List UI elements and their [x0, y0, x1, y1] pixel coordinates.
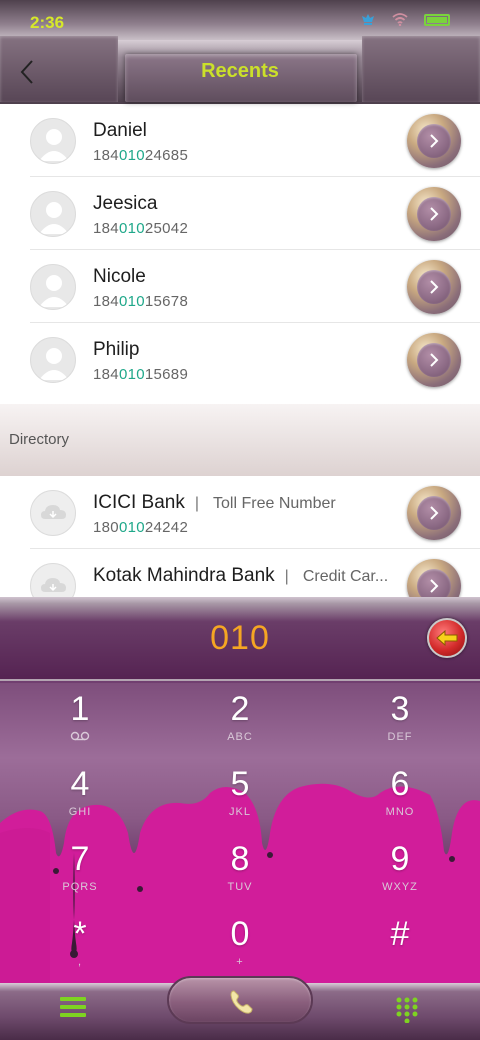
dialpad-icon[interactable]	[395, 997, 419, 1023]
chevron-right-icon	[430, 134, 439, 148]
contact-name: Kotak Mahindra Bank | Credit Car...	[93, 565, 389, 586]
avatar	[30, 191, 76, 237]
dialed-number: 010	[210, 619, 270, 657]
recent-row[interactable]: Philip 18401015689	[0, 323, 480, 396]
wifi-icon	[392, 13, 408, 26]
contact-tag: Toll Free Number	[213, 495, 336, 512]
key-0[interactable]: 0 +	[160, 908, 320, 983]
section-label: Directory	[9, 431, 70, 448]
person-icon	[39, 202, 69, 234]
key-3[interactable]: 3 DEF	[320, 683, 480, 758]
avatar	[30, 118, 76, 164]
contact-number: 18001024242	[93, 519, 189, 536]
person-icon	[39, 348, 69, 380]
details-button[interactable]	[407, 187, 461, 241]
recent-row[interactable]: Nicole 18401015678	[0, 250, 480, 323]
voicemail-icon	[70, 731, 90, 741]
number-display: 010	[0, 597, 480, 681]
contact-name: Jeesica	[93, 193, 158, 214]
recents-list: Daniel 18401024685 Jeesica 18401025042 N…	[0, 104, 480, 396]
app-header: 2:36 Recents	[0, 0, 480, 104]
cloud-icon	[41, 505, 66, 519]
chevron-right-icon	[430, 506, 439, 520]
phone-screen: 2:36 Recents Daniel 18401024685 Jeesica …	[0, 0, 480, 1040]
contact-name: ICICI Bank | Toll Free Number	[93, 492, 336, 513]
hamburger-icon	[60, 997, 86, 1001]
contact-tag: Credit Car...	[302, 568, 389, 585]
dialer-bottom-bar	[0, 976, 480, 1040]
phone-icon	[230, 990, 253, 1014]
key-6[interactable]: 6 MNO	[320, 758, 480, 833]
directory-section-header: Directory	[0, 404, 480, 476]
contact-name: Daniel	[93, 120, 147, 141]
contact-name: Philip	[93, 339, 140, 360]
delete-button[interactable]	[427, 618, 467, 658]
menu-button[interactable]	[60, 997, 86, 1021]
key-8[interactable]: 8 TUV	[160, 833, 320, 908]
person-icon	[39, 129, 69, 161]
status-icons	[360, 13, 450, 26]
key-7[interactable]: 7 PQRS	[0, 833, 160, 908]
notification-icon	[362, 14, 374, 25]
chevron-right-icon	[430, 579, 439, 593]
details-button[interactable]	[407, 260, 461, 314]
chevron-right-icon	[430, 280, 439, 294]
contact-number: 18401024685	[93, 147, 189, 164]
contact-number: 18401015689	[93, 366, 189, 383]
key-9[interactable]: 9 WXYZ	[320, 833, 480, 908]
backspace-arrow-icon	[436, 629, 458, 647]
page-title: Recents	[201, 60, 279, 82]
key-2[interactable]: 2 ABC	[160, 683, 320, 758]
contact-number: 18401015678	[93, 293, 189, 310]
key-1[interactable]: 1	[0, 683, 160, 758]
key-hash[interactable]: #	[320, 908, 480, 983]
call-button[interactable]	[167, 976, 313, 1024]
key-5[interactable]: 5 JKL	[160, 758, 320, 833]
directory-row[interactable]: ICICI Bank | Toll Free Number 18001024242	[0, 476, 480, 549]
person-icon	[39, 275, 69, 307]
chevron-right-icon	[430, 353, 439, 367]
details-button[interactable]	[407, 114, 461, 168]
details-button[interactable]	[407, 333, 461, 387]
key-star[interactable]: *,	[0, 908, 160, 983]
contact-number: 18401025042	[93, 220, 189, 237]
avatar	[30, 337, 76, 383]
chevron-right-icon	[430, 207, 439, 221]
battery-icon	[424, 13, 450, 26]
keypad: 1 2 ABC 3 DEF 4 GHI 5 JKL 6 MNO 7 PQRS 8 TUV 9W…	[0, 683, 480, 983]
key-4[interactable]: 4 GHI	[0, 758, 160, 833]
recent-row[interactable]: Daniel 18401024685	[0, 104, 480, 177]
status-time: 2:36	[30, 13, 65, 32]
avatar	[30, 490, 76, 536]
recent-row[interactable]: Jeesica 18401025042	[0, 177, 480, 250]
details-button[interactable]	[407, 486, 461, 540]
avatar	[30, 264, 76, 310]
dialer-panel: 010 1 2 ABC 3 DEF 4 GHI 5 JKL 6 MNO 7 PQ…	[0, 597, 480, 1040]
contact-name: Nicole	[93, 266, 146, 287]
